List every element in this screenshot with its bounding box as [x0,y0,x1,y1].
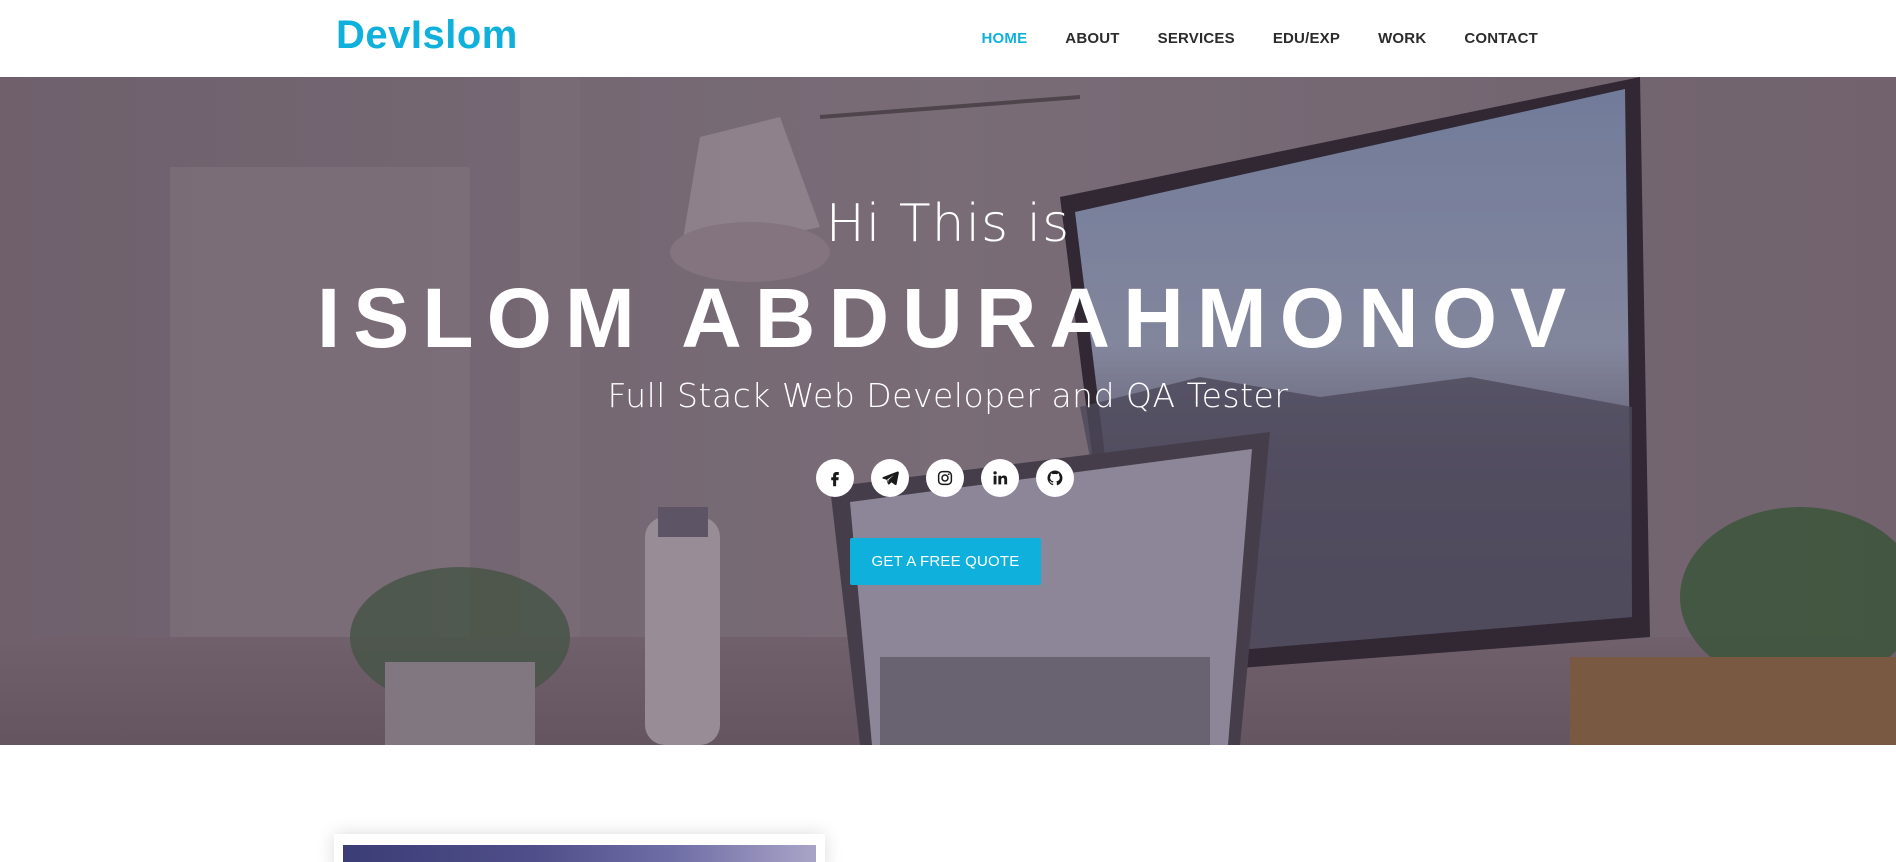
nav-item-contact[interactable]: CONTACT [1464,28,1538,50]
hero-section: Hi This is ISLOM ABDURAHMONOV Full Stack… [0,77,1896,745]
about-image [343,845,816,862]
nav-item-home[interactable]: HOME [981,28,1027,50]
main-nav: HOME ABOUT SERVICES EDU/EXP WORK CONTACT [943,28,1538,50]
about-image-card [334,834,825,862]
nav-item-edu-exp[interactable]: EDU/EXP [1273,28,1340,50]
nav-item-about[interactable]: ABOUT [1065,28,1119,50]
telegram-icon [882,471,899,486]
github-icon [1047,470,1063,486]
github-link[interactable] [1036,459,1074,497]
linkedin-link[interactable] [981,459,1019,497]
facebook-icon [831,472,839,487]
instagram-link[interactable] [926,459,964,497]
linkedin-icon [993,471,1008,485]
hero-role: Full Stack Web Developer and QA Tester [607,376,1289,415]
get-quote-button[interactable]: GET A FREE QUOTE [850,538,1041,585]
telegram-link[interactable] [871,459,909,497]
brand-logo[interactable]: DevIslom [336,10,518,60]
nav-item-work[interactable]: WORK [1378,28,1426,50]
facebook-link[interactable] [816,459,854,497]
nav-item-services[interactable]: SERVICES [1158,28,1235,50]
navbar: DevIslom HOME ABOUT SERVICES EDU/EXP WOR… [0,0,1896,77]
hero-greeting: Hi This is [825,194,1071,254]
instagram-icon [937,470,953,486]
social-links [816,459,1074,497]
hero-name: ISLOM ABDURAHMONOV [316,271,1580,365]
